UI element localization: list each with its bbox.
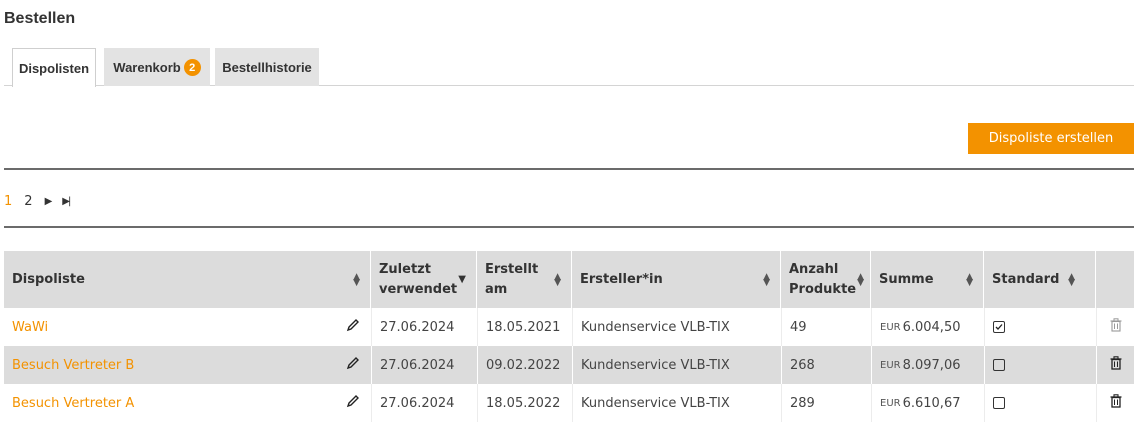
sum-value: 6.004,50 (902, 319, 961, 335)
last-used-cell: 27.06.2024 (371, 384, 477, 422)
trash-icon[interactable] (1110, 318, 1122, 336)
tab-bar: Dispolisten Warenkorb 2 Bestellhistorie (4, 48, 1134, 87)
cart-count-badge: 2 (183, 59, 201, 76)
header-label: Produkte (789, 281, 857, 297)
dispoliste-name-link[interactable]: WaWi (12, 320, 48, 335)
header-label: Ersteller*in (580, 271, 663, 287)
count-cell: 268 (781, 346, 871, 384)
column-header-zuletzt-verwendet[interactable]: Zuletzt verwendet ▼ (371, 251, 476, 308)
header-label: Anzahl (789, 261, 839, 277)
header-label: Summe (879, 271, 934, 287)
standard-checkbox[interactable] (993, 321, 1005, 333)
creator-cell: Kundenservice VLB-TIX (572, 384, 781, 422)
pagination: 1 2 ▶ ▶| (4, 192, 79, 210)
sum-cell: EUR 8.097,06 (871, 346, 984, 384)
sum-cell: EUR 6.004,50 (871, 308, 984, 346)
dispoliste-name-link[interactable]: Besuch Vertreter A (12, 396, 134, 411)
pencil-icon[interactable] (346, 318, 360, 336)
trash-icon[interactable] (1110, 356, 1122, 374)
table-row: WaWi 27.06.2024 18.05.2021 Kundenservice… (4, 308, 1134, 346)
divider (4, 168, 1134, 170)
trash-icon[interactable] (1110, 394, 1122, 412)
divider (4, 226, 1134, 228)
header-label: am (485, 281, 508, 297)
column-header-ersteller[interactable]: Ersteller*in ▲ ▼ (572, 251, 780, 308)
currency-label: EUR (880, 321, 901, 333)
column-header-actions (1096, 251, 1134, 308)
tab-warenkorb[interactable]: Warenkorb 2 (104, 48, 210, 86)
last-page-icon[interactable]: ▶| (62, 196, 71, 207)
created-cell: 09.02.2022 (477, 346, 572, 384)
currency-label: EUR (880, 359, 901, 371)
standard-checkbox[interactable] (993, 397, 1005, 409)
column-header-dispoliste[interactable]: Dispoliste ▲ ▼ (4, 251, 370, 308)
sum-value: 8.097,06 (902, 357, 961, 373)
last-used-cell: 27.06.2024 (371, 308, 477, 346)
sum-value: 6.610,67 (902, 395, 961, 411)
last-used-cell: 27.06.2024 (371, 346, 477, 384)
count-cell: 289 (781, 384, 871, 422)
sort-icon[interactable]: ▲ ▼ (1068, 272, 1075, 287)
sort-descending-icon[interactable]: ▼ (458, 270, 466, 290)
sort-icon[interactable]: ▲ ▼ (966, 272, 973, 287)
sort-icon[interactable]: ▲ ▼ (554, 272, 561, 287)
column-header-standard[interactable]: Standard ▲ ▼ (984, 251, 1095, 308)
header-label: Standard (992, 271, 1060, 287)
column-header-erstellt-am[interactable]: Erstellt am ▲ ▼ (477, 251, 571, 308)
standard-checkbox[interactable] (993, 359, 1005, 371)
page-link-1[interactable]: 1 (4, 194, 12, 209)
column-header-summe[interactable]: Summe ▲ ▼ (871, 251, 983, 308)
sort-icon[interactable]: ▲ ▼ (857, 272, 864, 287)
created-cell: 18.05.2021 (477, 308, 572, 346)
tab-dispolisten[interactable]: Dispolisten (12, 48, 96, 87)
create-dispoliste-button[interactable]: Dispoliste erstellen (968, 123, 1134, 154)
tab-bestellhistorie[interactable]: Bestellhistorie (215, 48, 319, 86)
column-header-anzahl-produkte[interactable]: Anzahl Produkte ▲ ▼ (781, 251, 870, 308)
tab-label: Bestellhistorie (222, 60, 312, 75)
header-label: verwendet (379, 281, 458, 297)
dispoliste-name-link[interactable]: Besuch Vertreter B (12, 358, 134, 373)
page-title: Bestellen (4, 10, 76, 27)
tab-label: Warenkorb (113, 60, 181, 75)
creator-cell: Kundenservice VLB-TIX (572, 308, 781, 346)
tab-label: Dispolisten (18, 60, 90, 76)
pencil-icon[interactable] (346, 356, 360, 374)
header-label: Zuletzt (379, 261, 431, 277)
sum-cell: EUR 6.610,67 (871, 384, 984, 422)
table-row: Besuch Vertreter B 27.06.2024 09.02.2022… (4, 346, 1134, 384)
creator-cell: Kundenservice VLB-TIX (572, 346, 781, 384)
sort-icon[interactable]: ▲ ▼ (763, 272, 770, 287)
table-row: Besuch Vertreter A 27.06.2024 18.05.2022… (4, 384, 1134, 422)
currency-label: EUR (880, 397, 901, 409)
created-cell: 18.05.2022 (477, 384, 572, 422)
pencil-icon[interactable] (346, 394, 360, 412)
page-link-2[interactable]: 2 (24, 194, 32, 209)
count-cell: 49 (781, 308, 871, 346)
next-page-icon[interactable]: ▶ (45, 196, 53, 207)
sort-icon[interactable]: ▲ ▼ (353, 272, 360, 287)
header-label: Dispoliste (12, 271, 85, 287)
header-label: Erstellt (485, 261, 539, 277)
